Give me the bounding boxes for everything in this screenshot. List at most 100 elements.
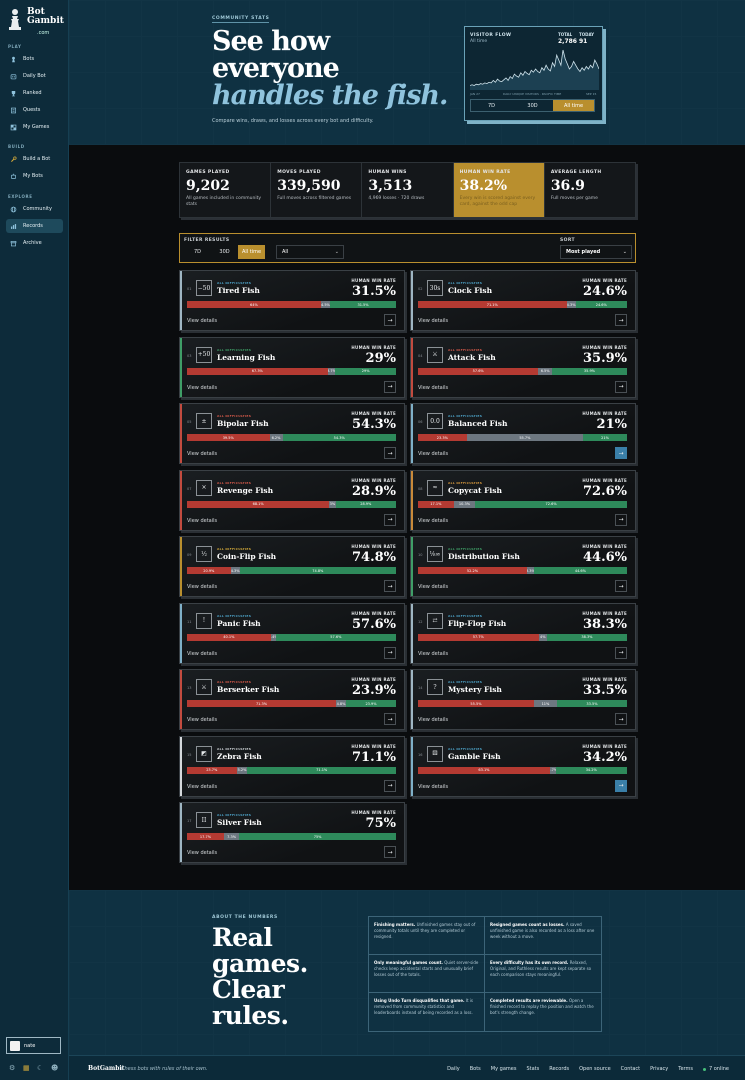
sidebar-item-daily-bot[interactable]: Daily Bot [6,69,63,83]
difficulty-select[interactable]: All ⌄ [276,245,344,259]
footer-link-stats[interactable]: Stats [526,1066,539,1072]
view-details-link[interactable]: View details [187,318,217,324]
arrow-right-icon[interactable]: → [615,513,627,526]
view-details-link[interactable]: View details [418,784,448,790]
view-details-link[interactable]: View details [187,850,217,856]
grid-icon[interactable]: ▦ [23,1064,30,1072]
bot-card[interactable]: 17 II ALL DIFFICULTIES Silver Fish HUMAN WIN… [179,802,405,863]
arrow-right-icon[interactable]: → [384,779,396,792]
arrow-right-icon[interactable]: → [615,779,627,792]
footer-brand[interactable]: BotGambit [88,1065,124,1072]
view-details-link[interactable]: View details [418,318,448,324]
footer-link-privacy[interactable]: Privacy [650,1066,668,1072]
theme-toggle-icon[interactable]: ☾ [37,1064,43,1072]
bot-badge-icon: ⚄ [427,745,443,762]
arrow-right-icon[interactable]: → [615,314,627,326]
view-details-link[interactable]: View details [187,584,217,590]
bot-card[interactable]: 14? ALL DIFFICULTIES Mystery Fish HUMAN WIN… [410,669,636,730]
sidebar-item-community[interactable]: Community [6,202,63,216]
arrow-right-icon[interactable]: → [384,447,396,459]
nav-section-build: BUILD [8,144,25,149]
sidebar-item-ranked[interactable]: Ranked [6,86,63,100]
view-details-link[interactable]: View details [187,651,217,657]
bot-card[interactable]: 13 ⚔ ALL DIFFICULTIES Berserker Fish HUMAN W… [179,669,405,730]
sidebar-item-quests[interactable]: Quests [6,103,63,117]
sidebar-item-archive[interactable]: Archive [6,236,63,250]
view-details-link[interactable]: View details [187,717,217,723]
sort-select[interactable]: Most played ⌄ [560,245,632,259]
range-7d-button[interactable]: 7D [184,245,211,259]
view-details-link[interactable]: View details [418,451,448,457]
bot-card[interactable]: 12 ⇄ ALL DIFFICULTIES Flip-Flop Fish HUMAN W… [410,602,636,664]
view-details-link[interactable]: View details [187,784,217,790]
win-rate-label: HUMAN WIN RATE [351,610,396,616]
sidebar-item-build-a-bot[interactable]: Build a Bot [6,152,63,166]
footer-link-daily[interactable]: Daily [447,1066,460,1072]
bot-card[interactable]: 15 ◩ ALL DIFFICULTIES Zebra Fish HUMAN WIN R… [179,735,405,797]
flow-range-all-time[interactable]: All time [553,100,594,111]
arrow-right-icon[interactable]: → [615,646,627,659]
arrow-right-icon[interactable]: → [384,646,396,659]
bot-name: Coin-Flip Fish [217,552,277,561]
view-details-link[interactable]: View details [418,584,448,590]
footer-link-records[interactable]: Records [549,1066,569,1072]
view-details-link[interactable]: View details [418,717,448,723]
sidebar-item-my-bots[interactable]: My Bots [6,169,63,183]
sidebar-item-label: My Bots [23,173,43,179]
bot-card[interactable]: 09 ½ ALL DIFFICULTIES Coin-Flip Fish HUMAN W… [179,536,405,597]
arrow-right-icon[interactable]: → [615,380,627,393]
arrow-right-icon[interactable]: → [615,580,627,592]
win-rate-label: HUMAN WIN RATE [582,477,627,483]
footer-link-bots[interactable]: Bots [470,1066,481,1072]
bot-card[interactable]: 02 30s ALL DIFFICULTIES Clock Fish HUMAN WIN… [410,270,636,331]
view-details-link[interactable]: View details [418,651,448,657]
view-details-link[interactable]: View details [187,451,217,457]
arrow-right-icon[interactable]: → [384,713,396,725]
stat-caption: Full moves per game [550,196,598,201]
bot-card[interactable]: 04 ⚔ ALL DIFFICULTIES Attack Fish HUMAN WIN … [410,336,636,398]
footer-link-my-games[interactable]: My games [491,1066,517,1072]
sidebar-item-label: Build a Bot [23,156,51,162]
flow-range-7d[interactable]: 7D [471,100,512,111]
user-profile-button[interactable]: nate [6,1037,61,1054]
bot-card[interactable]: 10 ⅛∞ ALL DIFFICULTIES Distribution Fish HUM… [410,536,636,597]
brand-logo[interactable]: Bot Gambit .com [8,6,66,36]
view-details-link[interactable]: View details [187,385,217,391]
arrow-right-icon[interactable]: → [384,580,396,592]
range-30d-button[interactable]: 30D [211,245,238,259]
arrow-right-icon[interactable]: → [384,846,396,858]
bot-badge-icon: ≈ [427,479,443,496]
footer-link-open-source[interactable]: Open source [579,1066,611,1072]
bot-card[interactable]: 06 0.0 ALL DIFFICULTIES Balanced Fish HUMAN … [410,403,636,464]
settings-icon[interactable]: ⚙ [9,1064,15,1072]
bot-card[interactable]: 01 −50 ALL DIFFICULTIES Tired Fish HUMAN WIN… [179,270,405,331]
bot-card[interactable]: 03 +50 ALL DIFFICULTIES Learning Fish HUMAN … [179,336,405,398]
bot-card[interactable]: 05 ± ALL DIFFICULTIES Bipolar Fish HUMAN WIN… [179,403,405,464]
arrow-right-icon[interactable]: → [384,314,396,326]
footer-link-contact[interactable]: Contact [621,1066,640,1072]
view-details-link[interactable]: View details [418,518,448,524]
flow-range-30d[interactable]: 30D [512,100,553,111]
view-details-link[interactable]: View details [418,385,448,391]
draw-segment: 3.7% [327,367,336,375]
arrow-right-icon[interactable]: → [384,380,396,393]
win-segment: 35.9% [551,367,627,375]
arrow-right-icon[interactable]: → [615,447,627,459]
bot-card[interactable]: 11! ALL DIFFICULTIES Panic Fish HUMAN WIN R… [179,602,405,664]
sidebar-item-my-games[interactable]: My Games [6,120,63,134]
bot-card[interactable]: 16 ⚄ ALL DIFFICULTIES Gamble Fish HUMAN WIN … [410,735,636,797]
bot-card[interactable]: 07 × ALL DIFFICULTIES Revenge Fish HUMAN WIN… [179,469,405,531]
result-bar: 40.1%2.4%57.6% [187,633,396,641]
sidebar-item-records[interactable]: Records [6,219,63,233]
bot-card[interactable]: 08 ≈ ALL DIFFICULTIES Copycat Fish HUMAN WIN… [410,469,636,531]
footer-link-terms[interactable]: Terms [678,1066,693,1072]
discord-icon[interactable]: ☻ [51,1064,58,1072]
difficulty-tag: ALL DIFFICULTIES [448,480,483,485]
arrow-right-icon[interactable]: → [615,713,627,725]
range-all-time-button[interactable]: All time [238,245,265,259]
sidebar-item-bots[interactable]: Bots [6,52,63,66]
win-segment: 44.6% [533,567,627,574]
view-details-link[interactable]: View details [187,518,217,524]
filter-label: FILTER RESULTS [184,238,230,243]
arrow-right-icon[interactable]: → [384,513,396,526]
